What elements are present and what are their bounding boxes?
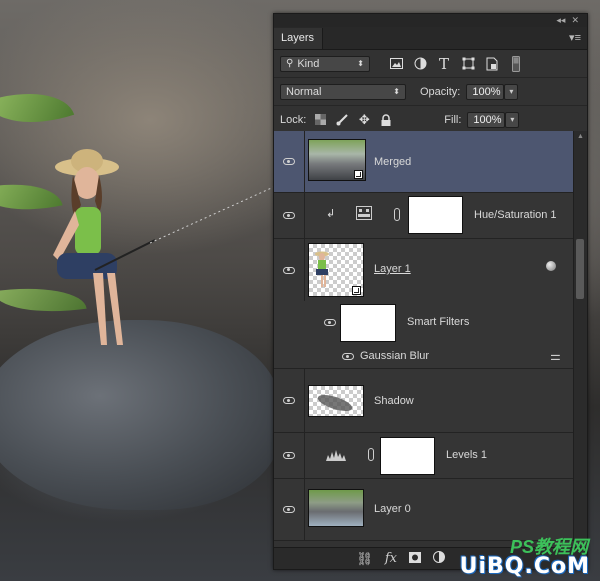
layer-row-hue-saturation[interactable]: ↲ Hue/Saturation 1 (274, 193, 574, 239)
layer-row-layer-1[interactable]: Layer 1 (274, 239, 574, 301)
new-adjustment-icon[interactable] (433, 551, 445, 566)
visibility-toggle[interactable] (274, 193, 305, 238)
adjustment-mask-thumbnail (380, 437, 435, 475)
panel-topbar: ◂◂ ✕ (274, 14, 587, 27)
scroll-up-icon[interactable]: ▲ (577, 133, 584, 140)
fishing-line (150, 185, 279, 244)
lock-brush-icon[interactable] (334, 112, 350, 128)
shape-filter-icon[interactable] (460, 56, 476, 72)
filter-row-gaussian-blur[interactable]: Gaussian Blur ⚌ (274, 345, 574, 369)
visibility-toggle[interactable] (274, 131, 305, 192)
eye-icon[interactable] (324, 319, 336, 326)
watermark-logo: UiBQ.CoM (459, 554, 590, 579)
fill-label: Fill: (444, 113, 462, 126)
layer-name[interactable]: Merged (374, 156, 411, 168)
lock-row: Lock: ✥ Fill: 100% ▾ (274, 106, 587, 134)
smart-object-filter-icon[interactable] (484, 56, 500, 72)
adjustment-mask-thumbnail (408, 196, 463, 234)
eye-icon (283, 397, 295, 404)
kind-filter-select[interactable]: ⚲ Kind ⬍ (280, 55, 370, 72)
layer-row-layer-0[interactable]: Layer 0 (274, 479, 574, 541)
lock-position-icon[interactable]: ✥ (356, 112, 372, 128)
layer-thumbnail (308, 385, 364, 417)
hue-saturation-icon (356, 206, 372, 220)
blend-mode-value: Normal (286, 85, 322, 98)
filter-blending-options-icon[interactable]: ⚌ (550, 349, 561, 363)
fishing-girl-figure (53, 149, 155, 345)
blend-mode-select[interactable]: Normal ⬍ (280, 83, 406, 100)
opacity-input[interactable]: 100% (466, 83, 505, 100)
image-filter-icon[interactable] (388, 56, 404, 72)
layer-name[interactable]: Levels 1 (446, 449, 487, 461)
eye-icon (283, 266, 295, 274)
toggle-filter-icon[interactable] (508, 55, 524, 72)
eye-icon (283, 158, 295, 165)
levels-histogram-icon (326, 450, 346, 461)
fill-dropdown-icon[interactable]: ▾ (505, 111, 520, 128)
panel-menu-icon[interactable]: ▾≡ (569, 31, 587, 49)
layer-name[interactable]: Layer 0 (374, 503, 411, 515)
layers-panel: ◂◂ ✕ Layers ▾≡ ⚲ Kind ⬍ T Normal ⬍ Opaci… (273, 13, 588, 570)
lock-label: Lock: (280, 113, 307, 126)
search-icon: ⚲ (286, 58, 294, 69)
lock-transparent-icon[interactable] (312, 112, 328, 128)
layer-row-merged[interactable]: Merged (274, 131, 574, 193)
visibility-toggle[interactable] (274, 239, 305, 301)
link-chain-icon[interactable] (368, 448, 374, 461)
link-layers-icon[interactable]: ⛓ (356, 551, 373, 567)
visibility-toggle[interactable] (274, 433, 305, 478)
smart-filters-row[interactable]: Smart Filters (274, 301, 574, 345)
opacity-dropdown-icon[interactable]: ▾ (504, 83, 519, 100)
chevron-updown-icon: ⬍ (393, 87, 400, 96)
add-mask-icon[interactable] (409, 551, 421, 566)
layer-thumbnail (308, 489, 364, 527)
fill-input[interactable]: 100% (467, 111, 506, 128)
fx-icon[interactable]: fx (385, 551, 397, 566)
smart-filter-indicator-icon (546, 261, 556, 271)
link-chain-icon[interactable] (394, 208, 400, 221)
layer-name[interactable]: Layer 1 (374, 263, 411, 275)
visibility-toggle[interactable] (274, 479, 305, 540)
layer-row-shadow[interactable]: Shadow (274, 369, 574, 433)
layers-scrollbar[interactable]: ▲ (573, 131, 587, 541)
eye-icon (283, 506, 295, 513)
lock-all-icon[interactable] (378, 112, 394, 128)
eye-icon[interactable] (342, 353, 354, 360)
kind-filter-label: Kind (297, 57, 320, 70)
layer-name[interactable]: Shadow (374, 395, 414, 407)
close-icon[interactable]: ✕ (571, 15, 579, 26)
chevron-updown-icon: ⬍ (357, 59, 364, 68)
collapse-icon[interactable]: ◂◂ (556, 15, 565, 26)
layers-list: Merged ↲ Hue/Saturation 1 Layer 1 Smart … (274, 131, 574, 541)
indent-spacer (274, 301, 304, 345)
smart-object-badge-icon (352, 286, 361, 295)
tab-layers[interactable]: Layers (274, 28, 324, 49)
blend-row: Normal ⬍ Opacity: 100% ▾ (274, 78, 587, 106)
visibility-toggle[interactable] (274, 369, 305, 432)
filter-row: ⚲ Kind ⬍ T (274, 50, 587, 78)
layer-name[interactable]: Hue/Saturation 1 (474, 209, 557, 221)
type-filter-icon[interactable]: T (436, 55, 452, 73)
tab-row: Layers ▾≡ (274, 27, 587, 50)
eye-icon (283, 452, 295, 459)
scroll-thumb[interactable] (576, 239, 584, 299)
filter-name[interactable]: Gaussian Blur (360, 350, 429, 362)
eye-icon (283, 212, 295, 219)
smart-filters-label[interactable]: Smart Filters (407, 316, 469, 328)
opacity-label: Opacity: (420, 85, 461, 98)
clipping-arrow-icon: ↲ (326, 208, 336, 220)
smart-object-badge-icon (354, 170, 363, 179)
adjustment-filter-icon[interactable] (412, 56, 428, 72)
smart-filter-mask-thumbnail (340, 304, 396, 342)
layer-row-levels[interactable]: Levels 1 (274, 433, 574, 479)
